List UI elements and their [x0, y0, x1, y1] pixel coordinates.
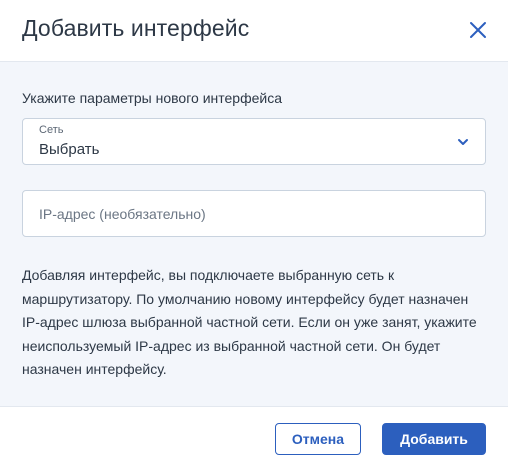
dialog-title: Добавить интерфейс	[22, 15, 250, 41]
network-select-value: Выбрать	[39, 141, 100, 158]
help-text: Добавляя интерфейс, вы подключаете выбра…	[22, 267, 477, 377]
add-interface-dialog: Добавить интерфейс Укажите параметры нов…	[0, 0, 508, 467]
network-select[interactable]: Сеть Выбрать	[22, 118, 486, 165]
close-icon	[470, 22, 486, 38]
dialog-footer: Отмена Добавить	[0, 407, 508, 467]
add-button[interactable]: Добавить	[382, 423, 486, 455]
dialog-header: Добавить интерфейс	[0, 0, 508, 62]
dialog-body: Укажите параметры нового интерфейса Сеть…	[0, 62, 508, 407]
ip-address-input[interactable]	[22, 190, 486, 237]
chevron-down-icon	[458, 139, 468, 145]
network-select-label: Сеть	[39, 124, 64, 136]
form-intro: Укажите параметры нового интерфейса	[22, 90, 282, 106]
cancel-button[interactable]: Отмена	[275, 423, 361, 455]
close-button[interactable]	[468, 20, 488, 40]
